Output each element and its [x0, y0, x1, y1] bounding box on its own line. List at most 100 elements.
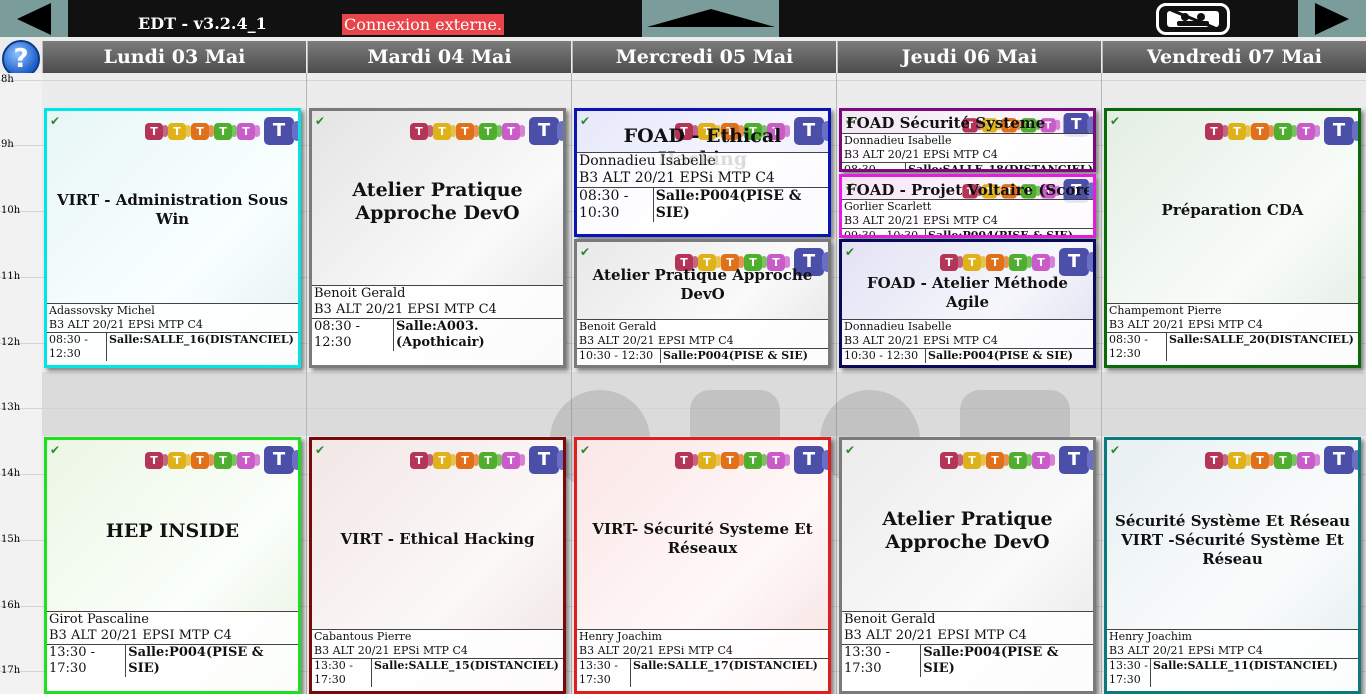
teams-icon[interactable]: T: [963, 253, 986, 271]
teams-icon[interactable]: T: [1297, 451, 1320, 469]
teams-icon[interactable]: T: [1009, 253, 1032, 271]
event-card[interactable]: ✔TTTTTTFOAD - Ethical HackingDonnadieu I…: [574, 108, 831, 237]
teams-icon[interactable]: T: [168, 451, 191, 469]
teams-icon[interactable]: T: [1297, 122, 1320, 140]
teams-icon[interactable]: T: [1009, 451, 1032, 469]
teams-icon[interactable]: T: [1274, 451, 1297, 469]
next-week-button[interactable]: [1298, 0, 1366, 37]
top-bar: EDT - v3.2.4_1 Connexion externe.: [0, 0, 1366, 37]
teams-icon[interactable]: T: [721, 451, 744, 469]
teams-icon[interactable]: T: [433, 122, 456, 140]
event-teacher: Champemont Pierre: [1107, 303, 1358, 318]
teams-icon[interactable]: T: [986, 253, 1009, 271]
event-card[interactable]: ✔ T T T T T T VIRT - Administration Sous Win Ada…: [44, 108, 301, 368]
teams-icon[interactable]: T: [1228, 451, 1251, 469]
teams-icon[interactable]: T: [1274, 122, 1297, 140]
teams-main-icon[interactable]: T: [264, 446, 298, 474]
arrow-up-icon: [646, 9, 775, 27]
teams-icon[interactable]: T: [191, 122, 214, 140]
teams-icon[interactable]: T: [1205, 122, 1228, 140]
teams-main-icon[interactable]: T: [529, 117, 563, 145]
teams-icon[interactable]: T: [502, 122, 525, 140]
teams-icon[interactable]: T: [698, 451, 721, 469]
teams-main-icon[interactable]: T: [529, 446, 563, 474]
teams-icon[interactable]: T: [963, 451, 986, 469]
event-group: B3 ALT 20/21 EPSi MTP C4: [844, 148, 998, 161]
teams-icon[interactable]: T: [237, 122, 260, 140]
event-group: B3 ALT 20/21 EPSi MTP C4: [844, 334, 998, 347]
event-teacher: Henry Joachim: [577, 629, 828, 644]
event-meta: 13:30 - 17:30 Salle:SALLE_15(DISTANCIEL): [312, 658, 563, 687]
event-title: Atelier Pratique Approche DevO: [352, 179, 523, 224]
teams-main-icon[interactable]: T: [264, 117, 298, 145]
teams-icon[interactable]: T: [456, 451, 479, 469]
teams-icon[interactable]: T: [940, 451, 963, 469]
event-card[interactable]: ✔ T T T T T T Atelier Pratique Approche DevO Ben…: [574, 239, 831, 368]
event-room: Salle:P004(PISE & SIE): [655, 188, 802, 221]
event-room: Salle:P004(PISE & SIE): [128, 645, 264, 676]
event-card[interactable]: ✔ T T T T T T Atelier Pratique Approche DevO Ben…: [309, 108, 566, 368]
event-card[interactable]: ✔ T T T T T T VIRT- Sécurité Systeme Et Réseaux…: [574, 437, 831, 694]
teams-icon[interactable]: T: [410, 451, 433, 469]
event-card[interactable]: ✔ T T T T T T Sécurité Système Et Réseau VIRT -…: [1104, 437, 1361, 694]
teams-icon[interactable]: T: [191, 451, 214, 469]
event-title: FOAD - Atelier Méthode Agile: [867, 274, 1068, 311]
event-teacher: Benoit Gerald: [842, 611, 1093, 628]
event-title: VIRT - Ethical Hacking: [340, 530, 535, 548]
arrow-left-icon: [17, 2, 51, 35]
teams-icon[interactable]: T: [1032, 253, 1055, 271]
teams-main-icon[interactable]: T: [1059, 446, 1093, 474]
teams-main-icon[interactable]: T: [1059, 248, 1093, 276]
hour-label: 11h: [1, 271, 21, 282]
teams-icon[interactable]: T: [1251, 451, 1274, 469]
teams-icon[interactable]: T: [1205, 451, 1228, 469]
prev-week-button[interactable]: [0, 0, 68, 37]
external-connection-badge[interactable]: Connexion externe.: [342, 14, 505, 35]
display-toggle-button[interactable]: [1156, 3, 1230, 35]
event-room: Salle:SALLE_17(DISTANCIEL): [633, 659, 818, 672]
teams-icon[interactable]: T: [502, 451, 525, 469]
event-card[interactable]: ✔ T T T T T T Atelier Pratique Approche DevO Ben…: [839, 437, 1096, 694]
hour-label: 8h: [1, 74, 14, 85]
teams-icon[interactable]: T: [986, 451, 1009, 469]
teams-icon[interactable]: T: [214, 451, 237, 469]
teams-main-icon[interactable]: T: [1324, 446, 1358, 474]
event-time: 09:30 - 10:30: [842, 229, 926, 235]
teams-icon[interactable]: T: [145, 451, 168, 469]
event-card[interactable]: ✔ T T T T T T VIRT - Ethical Hacking Cabantous P…: [309, 437, 566, 694]
event-title: FOAD Sécurité Systeme: [846, 114, 1046, 132]
teams-icon[interactable]: T: [940, 253, 963, 271]
teams-icon[interactable]: T: [456, 122, 479, 140]
teams-icon[interactable]: T: [675, 451, 698, 469]
event-room: Salle:P004(PISE & SIE): [923, 645, 1059, 676]
teams-main-icon[interactable]: T: [1324, 117, 1358, 145]
teams-icon[interactable]: T: [237, 451, 260, 469]
event-room: Salle:SALLE_16(DISTANCIEL): [109, 333, 294, 346]
teams-icon[interactable]: T: [1032, 451, 1055, 469]
teams-icon[interactable]: T: [479, 122, 502, 140]
event-card[interactable]: ✔ T T T T T T Préparation CDA Champemont Pierre B…: [1104, 108, 1361, 368]
scroll-up-button[interactable]: [642, 0, 779, 37]
event-time: 10:30 - 12:30: [577, 349, 661, 363]
event-card[interactable]: ✔ T T T T T T HEP INSIDE Girot Pascaline B3 ALT 2…: [44, 437, 301, 694]
teams-icons: TTTTTT: [1205, 446, 1358, 474]
teams-icon[interactable]: T: [479, 451, 502, 469]
event-meta: 13:30 - 17:30 Salle:SALLE_17(DISTANCIEL): [577, 658, 828, 687]
teams-icon[interactable]: T: [214, 122, 237, 140]
event-card[interactable]: ✔ T T T T T T FOAD Sécurité Systeme Donnadieu Is…: [839, 108, 1096, 172]
teams-icon[interactable]: T: [410, 122, 433, 140]
teams-icon[interactable]: T: [433, 451, 456, 469]
teams-icon[interactable]: T: [1228, 122, 1251, 140]
event-card[interactable]: ✔ T T T T T T FOAD - Atelier Méthode Agile Donna…: [839, 239, 1096, 368]
teams-icon[interactable]: T: [1251, 122, 1274, 140]
teams-icon[interactable]: T: [744, 451, 767, 469]
teams-icon[interactable]: T: [168, 122, 191, 140]
event-group: B3 ALT 20/21 EPSi MTP C4: [1109, 644, 1263, 657]
app-title: EDT - v3.2.4_1: [138, 14, 267, 33]
event-info: Girot Pascaline B3 ALT 20/21 EPSI MTP C4 1…: [47, 611, 298, 691]
teams-icon[interactable]: T: [145, 122, 168, 140]
event-card[interactable]: ✔ T T T T T T FOAD - Projet Voltaire (Score Gorl…: [839, 174, 1096, 238]
teams-main-icon[interactable]: T: [794, 446, 828, 474]
teams-icon[interactable]: T: [767, 451, 790, 469]
event-teacher: Girot Pascaline: [47, 611, 298, 628]
